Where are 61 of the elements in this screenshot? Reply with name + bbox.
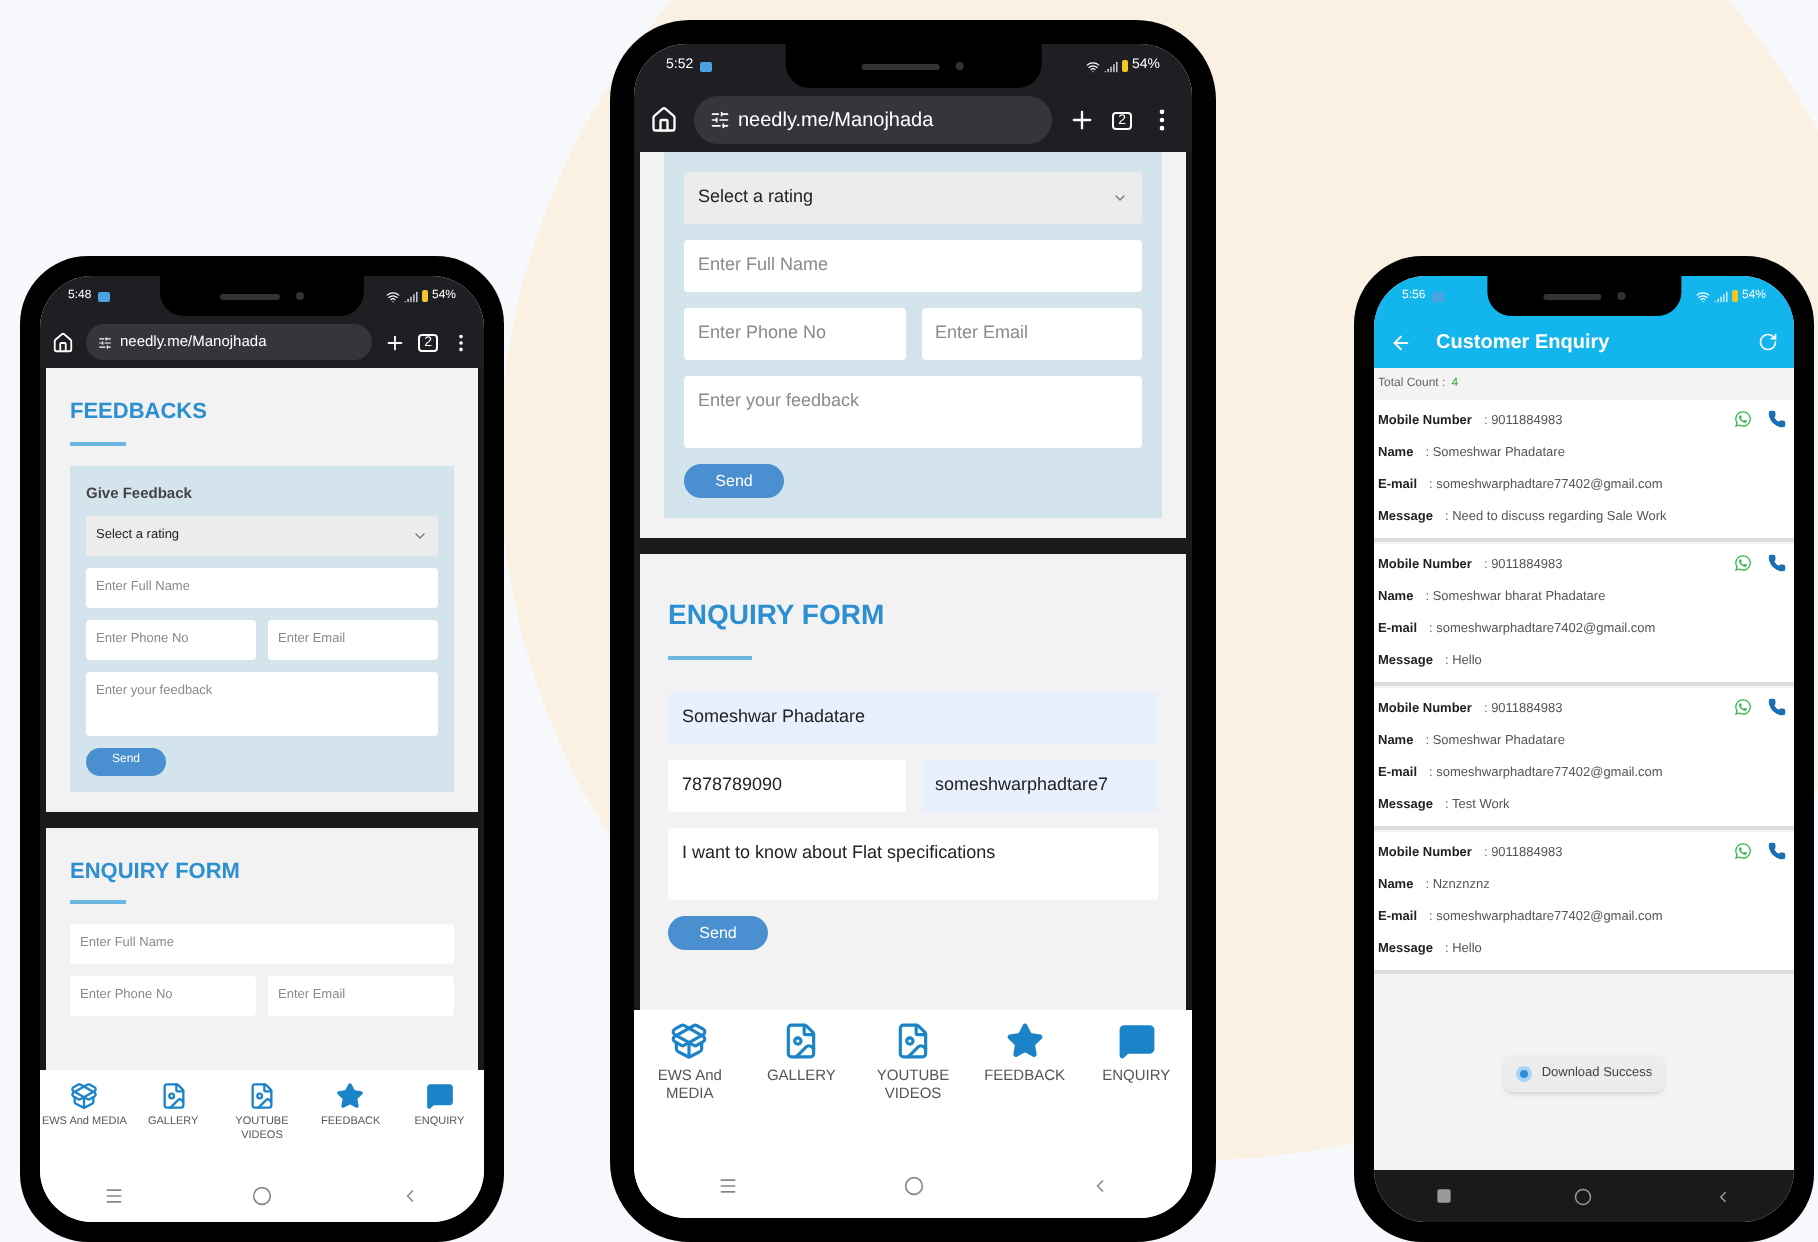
- chevron-icon: [1112, 190, 1128, 206]
- image-file-icon[interactable]: [782, 1022, 821, 1060]
- recent-apps-icon[interactable]: [1435, 1188, 1452, 1204]
- phone-icon[interactable]: [1768, 698, 1786, 716]
- new-tab-icon[interactable]: [1068, 106, 1097, 134]
- input-field[interactable]: Enter Full Name: [684, 240, 1142, 292]
- signal-icon: [1103, 59, 1118, 73]
- signal-icon: [403, 289, 418, 303]
- phone-icon[interactable]: [1768, 842, 1786, 860]
- home-button-icon[interactable]: [252, 1186, 272, 1206]
- recent-apps-icon[interactable]: [104, 1186, 124, 1206]
- image-file-icon[interactable]: [247, 1082, 276, 1110]
- wifi-icon: [1085, 59, 1100, 73]
- signal-icon: [1713, 289, 1728, 303]
- home-button-icon[interactable]: [903, 1176, 923, 1196]
- battery-icon: [1731, 290, 1738, 302]
- notification-icon: [97, 291, 110, 301]
- box-icon[interactable]: [70, 1082, 99, 1110]
- battery-icon: [1121, 60, 1128, 72]
- site-settings-icon[interactable]: [98, 335, 112, 349]
- home-icon[interactable]: [650, 106, 678, 134]
- battery-icon: [421, 290, 428, 302]
- input-field[interactable]: Someshwar Phadatare: [668, 692, 1158, 744]
- image-file-icon[interactable]: [893, 1022, 932, 1060]
- rating-select[interactable]: Select a rating: [684, 172, 1142, 224]
- notification-icon: [1431, 291, 1444, 301]
- home-icon[interactable]: [52, 331, 74, 353]
- section-heading: ENQUIRY FORM: [70, 857, 242, 888]
- recent-apps-icon[interactable]: [717, 1176, 737, 1196]
- wifi-icon: [385, 289, 400, 303]
- input-field[interactable]: someshwarphadtare7: [921, 760, 1158, 812]
- whatsapp-icon[interactable]: [1734, 554, 1752, 572]
- new-tab-icon[interactable]: [384, 331, 407, 353]
- box-icon[interactable]: [670, 1022, 709, 1060]
- whatsapp-icon[interactable]: [1734, 698, 1752, 716]
- textarea-field[interactable]: I want to know about Flat specifications: [668, 828, 1158, 900]
- address-bar[interactable]: needly.me/Manojhada: [694, 96, 1053, 144]
- whatsapp-icon[interactable]: [1734, 842, 1752, 860]
- chat-icon[interactable]: [425, 1082, 454, 1110]
- site-settings-icon[interactable]: [710, 110, 730, 130]
- back-arrow-icon[interactable]: [1390, 331, 1412, 353]
- phone-icon[interactable]: [1768, 410, 1786, 428]
- input-field[interactable]: 7878789090: [668, 760, 905, 812]
- textarea-field[interactable]: Enter your feedback: [684, 376, 1142, 448]
- chat-icon[interactable]: [1117, 1022, 1156, 1060]
- star-icon[interactable]: [1005, 1022, 1044, 1060]
- image-file-icon[interactable]: [159, 1082, 188, 1110]
- section-heading: ENQUIRY FORM: [668, 596, 887, 634]
- url-text: needly.me/Manojhada: [738, 107, 934, 135]
- phone-icon[interactable]: [1768, 554, 1786, 572]
- wifi-icon: [1695, 289, 1710, 303]
- whatsapp-icon[interactable]: [1734, 410, 1752, 428]
- refresh-icon[interactable]: [1758, 332, 1778, 352]
- input-field[interactable]: Enter Phone No: [684, 308, 905, 360]
- home-button-icon[interactable]: [1573, 1187, 1592, 1205]
- app-title: Customer Enquiry: [1436, 329, 1612, 357]
- section-heading: FEEDBACKS: [70, 398, 209, 428]
- app-logo-icon: [1515, 1065, 1532, 1081]
- star-icon[interactable]: [336, 1082, 365, 1110]
- notification-icon: [699, 61, 712, 71]
- input-field[interactable]: Enter Email: [921, 308, 1142, 360]
